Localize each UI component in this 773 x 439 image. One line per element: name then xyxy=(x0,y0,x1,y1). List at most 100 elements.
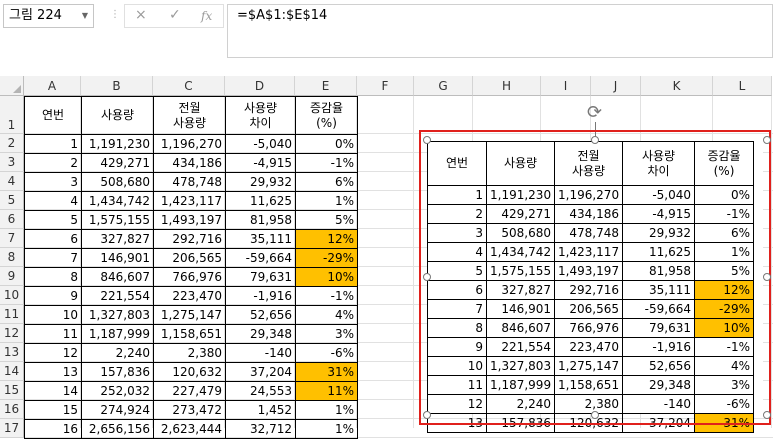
table-cell[interactable]: 1,434,742 xyxy=(81,191,154,211)
row-header[interactable]: 4 xyxy=(0,172,24,191)
table-cell[interactable]: 5% xyxy=(295,210,358,230)
table-cell[interactable]: 29,348 xyxy=(225,324,296,344)
table-cell[interactable]: 2,656,156 xyxy=(81,419,154,439)
row-header[interactable]: 5 xyxy=(0,191,24,210)
formula-input[interactable]: =$A$1:$E$14 xyxy=(227,4,773,58)
table-cell[interactable]: 766,976 xyxy=(153,267,226,287)
table-cell[interactable]: -4,915 xyxy=(225,153,296,173)
table-cell[interactable]: 273,472 xyxy=(153,400,226,420)
table-cell[interactable]: 292,716 xyxy=(153,229,226,249)
table-cell[interactable]: -1% xyxy=(295,153,358,173)
table-cell[interactable]: 3% xyxy=(295,324,358,344)
column-header[interactable]: G xyxy=(414,76,473,96)
column-header[interactable]: F xyxy=(357,76,414,96)
chevron-down-icon[interactable]: ▼ xyxy=(82,5,88,27)
table-cell[interactable]: 29,932 xyxy=(225,172,296,192)
resize-handle[interactable] xyxy=(591,136,599,144)
table-cell[interactable]: 1% xyxy=(295,419,358,439)
column-header[interactable]: H xyxy=(473,76,541,96)
enter-icon[interactable]: ✓ xyxy=(169,7,181,23)
resize-handle[interactable] xyxy=(763,136,771,144)
row-header[interactable]: 2 xyxy=(0,134,24,153)
header-cell[interactable]: 전월 사용량 xyxy=(153,96,226,135)
header-cell[interactable]: 사용량 차이 xyxy=(225,96,296,135)
row-header[interactable]: 12 xyxy=(0,324,24,343)
row-header[interactable]: 8 xyxy=(0,248,24,267)
table-cell[interactable]: 14 xyxy=(24,381,82,401)
column-header[interactable]: A xyxy=(24,76,81,96)
table-cell[interactable]: 1 xyxy=(24,134,82,154)
table-cell[interactable]: 5 xyxy=(24,210,82,230)
row-header[interactable]: 1 xyxy=(0,96,24,134)
table-cell[interactable]: 508,680 xyxy=(81,172,154,192)
row-header[interactable]: 16 xyxy=(0,400,24,419)
table-cell[interactable]: 1,275,147 xyxy=(153,305,226,325)
table-cell[interactable]: 429,271 xyxy=(81,153,154,173)
column-header[interactable]: E xyxy=(295,76,357,96)
row-header[interactable]: 10 xyxy=(0,286,24,305)
table-cell[interactable]: 4% xyxy=(295,305,358,325)
table-cell[interactable]: 2,240 xyxy=(81,343,154,363)
table-cell[interactable]: 1,191,230 xyxy=(81,134,154,154)
table-cell[interactable]: 2,623,444 xyxy=(153,419,226,439)
table-cell[interactable]: 1,423,117 xyxy=(153,191,226,211)
table-cell[interactable]: 120,632 xyxy=(153,362,226,382)
row-header[interactable]: 14 xyxy=(0,362,24,381)
table-cell[interactable]: 1,493,197 xyxy=(153,210,226,230)
drag-handle-icon[interactable]: ⋮ xyxy=(110,9,120,20)
table-cell[interactable]: -6% xyxy=(295,343,358,363)
row-header[interactable]: 11 xyxy=(0,305,24,324)
table-cell[interactable]: 79,631 xyxy=(225,267,296,287)
table-cell[interactable]: 1% xyxy=(295,191,358,211)
table-cell[interactable]: 32,712 xyxy=(225,419,296,439)
row-header[interactable]: 17 xyxy=(0,419,24,438)
table-cell[interactable]: 221,554 xyxy=(81,286,154,306)
table-cell[interactable]: 223,470 xyxy=(153,286,226,306)
table-cell[interactable]: 37,204 xyxy=(225,362,296,382)
table-cell[interactable]: 7 xyxy=(24,248,82,268)
table-cell[interactable]: -1% xyxy=(295,286,358,306)
table-cell[interactable]: 327,827 xyxy=(81,229,154,249)
table-cell[interactable]: -5,040 xyxy=(225,134,296,154)
table-cell[interactable]: 12 xyxy=(24,343,82,363)
table-cell[interactable]: 12% xyxy=(295,229,358,249)
resize-handle[interactable] xyxy=(763,411,771,419)
name-box[interactable]: 그림 224 ▼ xyxy=(3,4,94,28)
resize-handle[interactable] xyxy=(423,273,431,281)
table-cell[interactable]: 31% xyxy=(295,362,358,382)
column-header[interactable]: J xyxy=(591,76,641,96)
column-header[interactable]: D xyxy=(225,76,295,96)
table-cell[interactable]: 52,656 xyxy=(225,305,296,325)
header-cell[interactable]: 사용량 xyxy=(81,96,154,135)
row-header[interactable]: 15 xyxy=(0,381,24,400)
table-cell[interactable]: 157,836 xyxy=(81,362,154,382)
table-cell[interactable]: -59,664 xyxy=(225,248,296,268)
table-cell[interactable]: 4 xyxy=(24,191,82,211)
table-cell[interactable]: 274,924 xyxy=(81,400,154,420)
cancel-icon[interactable]: × xyxy=(135,7,147,23)
header-cell[interactable]: 연번 xyxy=(24,96,82,135)
resize-handle[interactable] xyxy=(591,411,599,419)
row-header[interactable]: 13 xyxy=(0,343,24,362)
column-header[interactable]: B xyxy=(81,76,153,96)
table-cell[interactable]: 10 xyxy=(24,305,82,325)
table-cell[interactable]: 478,748 xyxy=(153,172,226,192)
table-cell[interactable]: 1,327,803 xyxy=(81,305,154,325)
table-cell[interactable]: 11,625 xyxy=(225,191,296,211)
table-cell[interactable]: 227,479 xyxy=(153,381,226,401)
column-header[interactable]: K xyxy=(641,76,713,96)
table-cell[interactable]: 0% xyxy=(295,134,358,154)
table-cell[interactable]: 6% xyxy=(295,172,358,192)
column-header[interactable]: L xyxy=(713,76,772,96)
table-cell[interactable]: 35,111 xyxy=(225,229,296,249)
table-cell[interactable]: -29% xyxy=(295,248,358,268)
table-cell[interactable]: 206,565 xyxy=(153,248,226,268)
table-cell[interactable]: 1% xyxy=(295,400,358,420)
header-cell[interactable]: 증감율 (%) xyxy=(295,96,358,135)
table-cell[interactable]: 434,186 xyxy=(153,153,226,173)
table-cell[interactable]: 3 xyxy=(24,172,82,192)
resize-handle[interactable] xyxy=(763,273,771,281)
insert-function-icon[interactable]: fx xyxy=(201,9,212,23)
table-cell[interactable]: 81,958 xyxy=(225,210,296,230)
column-header[interactable]: I xyxy=(541,76,591,96)
